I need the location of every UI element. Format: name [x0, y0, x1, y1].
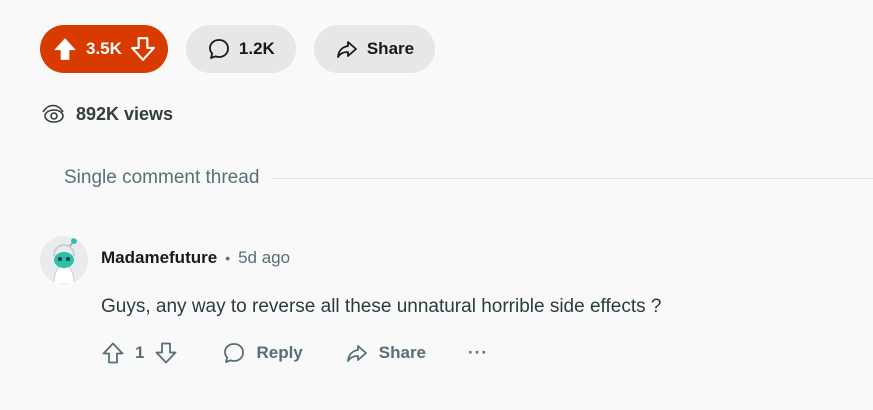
comment-share-button[interactable]: Share [345, 341, 426, 365]
share-icon [345, 341, 369, 365]
thread-divider: Single comment thread [64, 167, 873, 189]
comment-score: 1 [135, 343, 145, 362]
comment-icon [207, 37, 231, 61]
post-action-bar: 3.5K 1.2K Share [40, 25, 436, 73]
vote-count: 3.5K [86, 39, 122, 58]
meta-separator: • [225, 250, 231, 266]
comment-share-label: Share [378, 343, 427, 362]
thread-label: Single comment thread [64, 167, 260, 188]
avatar[interactable] [40, 236, 88, 284]
divider-line [271, 177, 873, 179]
comment-action-bar: 1 Reply Share ··· [101, 341, 488, 365]
reply-button[interactable]: Reply [222, 341, 303, 365]
more-icon: ··· [468, 343, 488, 362]
comment-timestamp[interactable]: 5d ago [238, 248, 290, 268]
comment-author[interactable]: Madamefuture [101, 248, 217, 268]
downvote-icon[interactable] [154, 341, 178, 365]
comment-count: 1.2K [238, 39, 275, 58]
vote-control: 3.5K [40, 25, 168, 73]
share-label: Share [366, 39, 415, 58]
more-options-button[interactable]: ··· [468, 343, 488, 363]
downvote-icon[interactable] [130, 36, 156, 62]
eye-icon [40, 101, 66, 127]
view-count: 892K views [40, 101, 173, 127]
view-count-text: 892K views [76, 103, 174, 124]
comment-body: Guys, any way to reverse all these unnat… [101, 296, 662, 317]
comment-icon [222, 341, 246, 365]
reply-label: Reply [256, 343, 303, 362]
comment-vote-control: 1 [101, 341, 178, 365]
share-icon [335, 37, 359, 61]
share-button[interactable]: Share [313, 25, 436, 73]
upvote-icon[interactable] [52, 36, 78, 62]
comment-meta: Madamefuture • 5d ago [101, 248, 290, 268]
comments-button[interactable]: 1.2K [185, 25, 296, 73]
upvote-icon[interactable] [101, 341, 125, 365]
